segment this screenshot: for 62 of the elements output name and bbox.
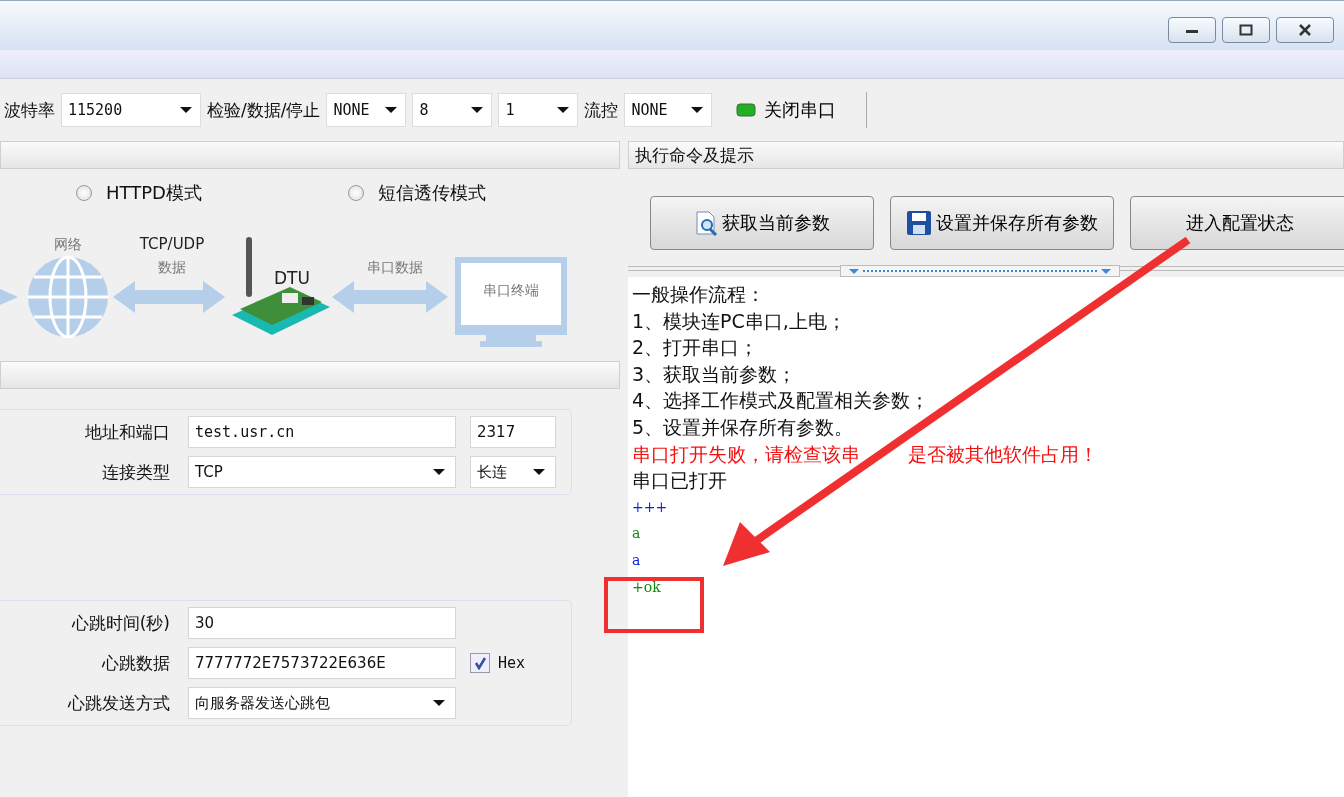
flow-select[interactable]: NONE: [624, 93, 713, 127]
globe-icon: [26, 255, 110, 339]
command-button[interactable]: 设置并保存所有参数: [890, 196, 1114, 250]
log-line: 2、打开串口；: [632, 336, 759, 359]
panel-title: 执行命令及提示: [635, 143, 754, 167]
baud-select[interactable]: 115200: [61, 93, 201, 127]
close-icon: [1298, 24, 1312, 36]
document-search-icon: [694, 210, 718, 236]
serial-terminal-label: 串口终端: [483, 282, 539, 298]
log-line: a: [632, 525, 641, 542]
close-port-button[interactable]: 关闭串口: [732, 94, 841, 126]
save-icon: [906, 210, 932, 236]
select-field[interactable]: 向服务器发送心跳包: [188, 687, 456, 719]
checkmark-icon: [473, 656, 487, 670]
mode-radio[interactable]: HTTPD模式: [76, 181, 202, 205]
log-line: 3、获取当前参数；: [632, 362, 797, 385]
log-line: 串口打开失败，请检查该串: [632, 442, 860, 465]
arrow-icon: [0, 289, 18, 305]
double-arrow-icon: [332, 281, 448, 313]
close-button[interactable]: [1276, 17, 1334, 43]
hex-checkbox[interactable]: [470, 653, 490, 673]
splitter-handle[interactable]: [840, 265, 1120, 277]
log-line: +++: [632, 498, 668, 515]
log-line: +ok: [632, 578, 661, 595]
log-line: 串口已打开: [632, 469, 727, 492]
parity-select[interactable]: NONE: [326, 93, 407, 127]
log-line: a: [632, 551, 641, 568]
select-field[interactable]: 长连: [470, 456, 556, 488]
network-label: 网络: [54, 236, 82, 252]
minimize-button[interactable]: [1168, 17, 1216, 43]
input-field[interactable]: test.usr.cn: [188, 416, 456, 448]
command-button[interactable]: 进入配置状态: [1130, 196, 1344, 250]
log-line: 是否被其他软件占用！: [907, 442, 1098, 465]
field-label: 心跳发送方式: [67, 691, 170, 715]
parity-label: 检验/数据/停止: [207, 98, 321, 122]
double-arrow-icon: [113, 281, 225, 313]
input-field[interactable]: 7777772E7573722E636E: [188, 647, 456, 679]
stop-bits-select[interactable]: 1: [498, 93, 579, 127]
tcp-udp-label: TCP/UDP: [139, 235, 205, 253]
log-line: 5、设置并保存所有参数。: [632, 415, 854, 438]
mode-radio[interactable]: 短信透传模式: [347, 181, 486, 205]
serial-data-label: 串口数据: [367, 259, 423, 275]
maximize-icon: [1239, 24, 1253, 36]
command-button[interactable]: 获取当前参数: [650, 196, 874, 250]
field-label: 心跳时间(秒): [70, 611, 170, 635]
dtu-label: DTU: [274, 268, 310, 288]
monitor-icon: [455, 257, 567, 347]
hex-label: Hex: [498, 654, 526, 672]
baud-label: 波特率: [4, 98, 55, 122]
data-label: 数据: [158, 259, 186, 275]
input-field[interactable]: 2317: [470, 416, 556, 448]
flow-label: 流控: [584, 98, 619, 122]
field-label: 地址和端口: [84, 420, 170, 444]
log-line: 1、模块连PC串口,上电；: [632, 309, 846, 332]
log-line: 4、选择工作模式及配置相关参数；: [632, 389, 930, 412]
log-line: 一般操作流程：: [632, 283, 765, 305]
input-field[interactable]: 30: [188, 607, 456, 639]
data-bits-select[interactable]: 8: [412, 93, 493, 127]
maximize-button[interactable]: [1222, 17, 1270, 43]
select-field[interactable]: TCP: [188, 456, 456, 488]
field-label: 心跳数据: [101, 651, 170, 675]
field-label: 连接类型: [101, 460, 170, 484]
